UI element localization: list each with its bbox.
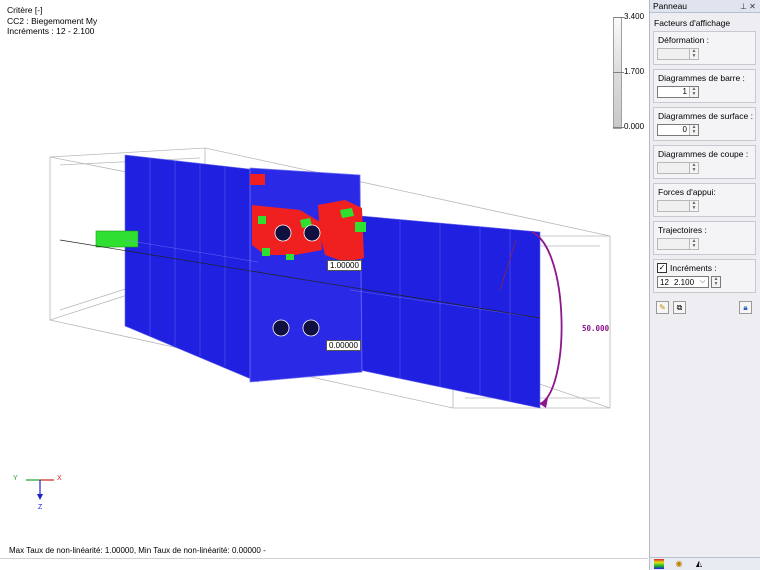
support-forces-spinner: ▲ ▼ [657,200,699,212]
moment-value-label: 50.000 [582,324,610,333]
axis-z-label: Z [38,504,43,511]
panel-footer: ◉ ◭ [650,557,760,570]
group-label: Diagrammes de coupe : [658,149,749,159]
panel-header: Panneau ⊥ ✕ [650,0,760,13]
group-label: Diagrammes de barre : [658,73,745,83]
deformation-spinner: ▲ ▼ [657,48,699,60]
group-member-diagrams: Diagrammes de barre : 1 ▲ ▼ [653,69,756,103]
support-block [95,230,139,248]
trajectories-spinner: ▲ ▼ [657,238,699,250]
group-label: Trajectoires : [658,225,707,235]
pin-icon[interactable]: ⊥ [739,2,748,11]
edit-icon[interactable]: ✎ [656,301,669,314]
group-trajectories: Trajectoires : ▲ ▼ [653,221,756,255]
increments-label: Incréments : [670,263,717,273]
section-diagrams-spinner: ▲ ▼ [657,162,699,174]
group-deformation: Déformation : ▲ ▼ [653,31,756,65]
stress-zone-top [250,174,265,185]
group-increments: ✓ Incréments : 12 2.100 ⌵ ▲ ▼ [653,259,756,293]
panel-subtitle: Facteurs d'affichage [654,18,731,28]
lock-icon[interactable]: 🔒︎ [739,301,752,314]
chevron-down-icon: ⌵ [700,278,706,285]
model-viewport[interactable]: Critère [-] CC2 : Biegemoment My Incréme… [0,0,648,570]
result-label-lower: 0.00000 [326,340,361,351]
group-surface-diagrams: Diagrammes de surface : 0 ▲ ▼ [653,107,756,141]
axis-y-label: Y [13,475,18,482]
fem-model [49,147,611,409]
close-icon[interactable]: ✕ [748,2,757,11]
surface-diagrams-spinner[interactable]: 0 ▲ ▼ [657,124,699,136]
color-scale-icon[interactable] [654,559,664,569]
axis-x-label: X [57,475,62,482]
status-divider [0,558,648,559]
group-label: Diagrammes de surface : [658,111,753,121]
status-text: Max Taux de non-linéarité: 1.00000, Min … [9,546,266,555]
member-diagrams-spinner[interactable]: 1 ▲ ▼ [657,86,699,98]
panel-toolbar: ✎ ⧉ 🔒︎ [656,301,760,314]
display-icon[interactable]: ◉ [674,559,684,569]
panel-title: Panneau [653,1,688,11]
increments-select[interactable]: 12 2.100 ⌵ [657,276,709,288]
group-support-forces: Forces d'appui: ▲ ▼ [653,183,756,217]
result-label-upper: 1.00000 [327,260,362,271]
left-beam-web [124,154,259,383]
increments-checkbox[interactable]: ✓ [657,263,667,273]
increments-stepper[interactable]: ▲ ▼ [711,276,721,288]
group-section-diagrams: Diagrammes de coupe : ▲ ▼ [653,145,756,179]
view-icon[interactable]: ◭ [694,559,704,569]
group-label: Forces d'appui: [658,187,716,197]
right-beam-web [349,214,541,409]
panel: Panneau ⊥ ✕ Facteurs d'affichage Déforma… [649,0,760,570]
group-label: Déformation : [658,35,710,45]
copy-icon[interactable]: ⧉ [673,301,686,314]
